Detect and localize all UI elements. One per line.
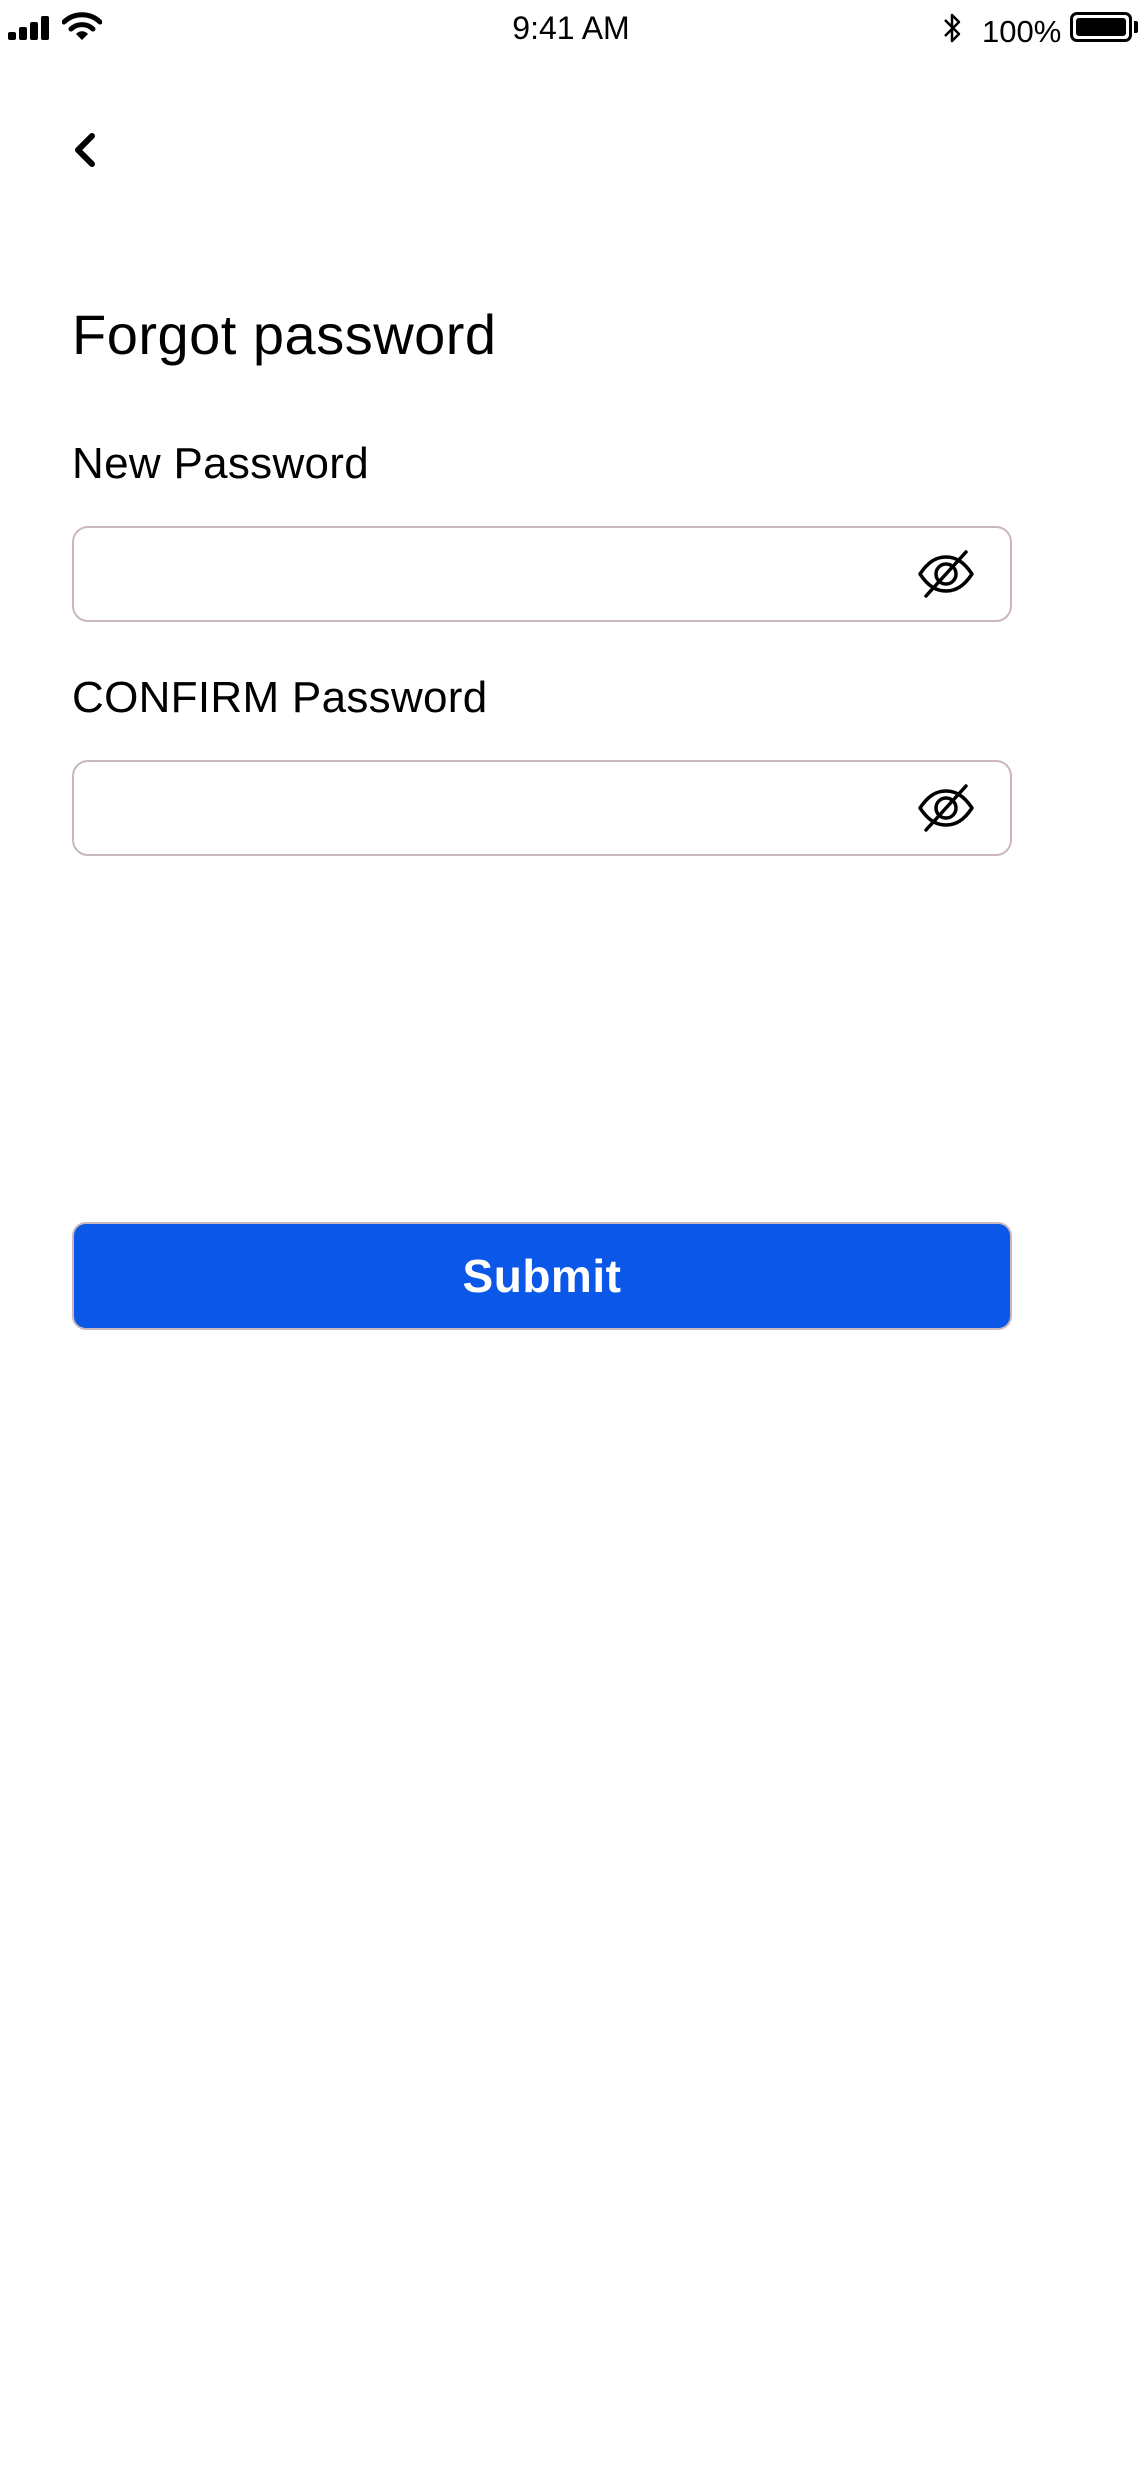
new-password-field[interactable]: [72, 526, 1012, 622]
new-password-label: New Password: [72, 439, 370, 488]
new-password-input[interactable]: [94, 542, 918, 608]
page-title: Forgot password: [72, 303, 497, 366]
back-button[interactable]: [58, 122, 114, 178]
status-bar: 9:41 AM 100%: [0, 0, 1142, 60]
bluetooth-icon: [944, 13, 961, 43]
battery-nub: [1134, 21, 1138, 33]
status-time: 9:41 AM: [512, 10, 630, 46]
battery-percent: 100%: [982, 14, 1062, 49]
confirm-password-input[interactable]: [94, 776, 918, 842]
confirm-password-field[interactable]: [72, 760, 1012, 856]
confirm-password-label: CONFIRM Password: [72, 673, 488, 722]
chevron-left-icon: [75, 133, 95, 167]
eye-slash-icon[interactable]: [914, 544, 978, 604]
eye-slash-icon[interactable]: [914, 778, 978, 838]
submit-button[interactable]: Submit: [72, 1222, 1012, 1330]
battery-icon: [1070, 12, 1132, 42]
battery-level-fill: [1076, 18, 1126, 36]
